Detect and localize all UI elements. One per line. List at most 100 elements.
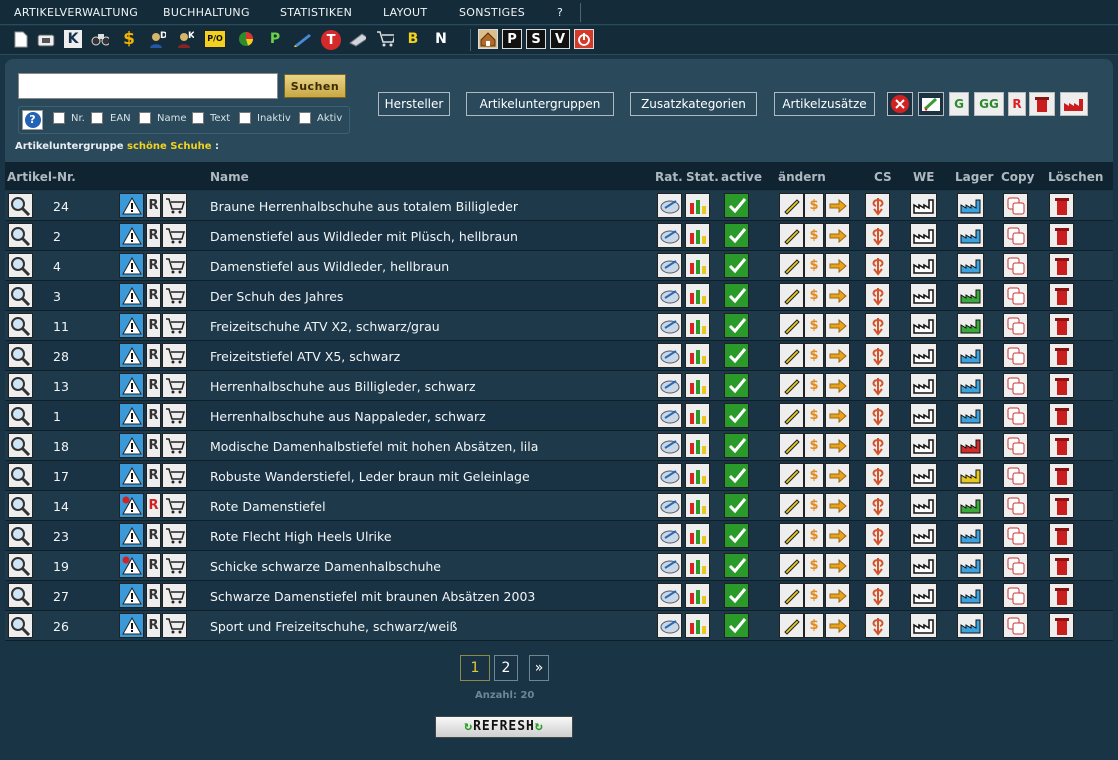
rating-icon[interactable] <box>657 193 682 218</box>
r-icon[interactable]: R <box>1008 92 1026 116</box>
cart-icon[interactable] <box>162 463 187 488</box>
rating-icon[interactable] <box>657 283 682 308</box>
gg-icon[interactable]: GG <box>974 92 1004 116</box>
header-artnr[interactable]: Artikel-Nr. <box>7 170 76 184</box>
arrow-right-icon[interactable] <box>825 223 850 248</box>
lager-icon[interactable] <box>957 613 984 638</box>
rating-icon[interactable] <box>657 313 682 338</box>
warning-icon[interactable] <box>119 493 144 518</box>
arrow-right-icon[interactable] <box>825 583 850 608</box>
r-status-icon[interactable]: R <box>146 583 161 608</box>
delete-icon[interactable] <box>1049 553 1074 578</box>
warning-icon[interactable] <box>119 553 144 578</box>
r-status-icon[interactable]: R <box>146 313 161 338</box>
r-status-icon[interactable]: R <box>146 613 161 638</box>
price-icon[interactable]: $ <box>804 403 824 428</box>
dollar-icon[interactable]: $ <box>120 30 138 48</box>
delete-icon[interactable] <box>1049 493 1074 518</box>
s-box-icon[interactable]: S <box>526 29 546 49</box>
delete-icon[interactable] <box>1049 283 1074 308</box>
cs-icon[interactable] <box>865 553 890 578</box>
view-icon[interactable] <box>8 283 33 308</box>
lager-icon[interactable] <box>957 523 984 548</box>
copy-icon[interactable] <box>1003 583 1028 608</box>
filter-name-checkbox[interactable] <box>139 112 151 124</box>
article-name[interactable]: Rote Damenstiefel <box>210 499 326 514</box>
article-name[interactable]: Damenstiefel aus Wildleder, hellbraun <box>210 259 449 274</box>
rating-icon[interactable] <box>657 253 682 278</box>
active-check-icon[interactable] <box>724 583 749 608</box>
arrow-right-icon[interactable] <box>825 403 850 428</box>
we-icon[interactable] <box>910 223 937 248</box>
arrow-right-icon[interactable] <box>825 433 850 458</box>
v-box-icon[interactable]: V <box>550 29 570 49</box>
we-icon[interactable] <box>910 553 937 578</box>
price-icon[interactable]: $ <box>804 373 824 398</box>
view-icon[interactable] <box>8 223 33 248</box>
stats-icon[interactable] <box>685 283 710 308</box>
menu-sonstiges[interactable]: SONSTIGES <box>459 6 525 19</box>
copy-icon[interactable] <box>1003 343 1028 368</box>
arrow-right-icon[interactable] <box>825 523 850 548</box>
cs-icon[interactable] <box>865 343 890 368</box>
active-check-icon[interactable] <box>724 283 749 308</box>
view-icon[interactable] <box>8 583 33 608</box>
delete-icon[interactable] <box>1049 403 1074 428</box>
copy-icon[interactable] <box>1003 253 1028 278</box>
arrow-right-icon[interactable] <box>825 373 850 398</box>
rating-icon[interactable] <box>657 433 682 458</box>
cart-icon[interactable] <box>162 613 187 638</box>
arrow-right-icon[interactable] <box>825 253 850 278</box>
active-check-icon[interactable] <box>724 223 749 248</box>
article-name[interactable]: Schwarze Damenstiefel mit braunen Absätz… <box>210 589 535 604</box>
edit-icon[interactable] <box>779 433 804 458</box>
cs-icon[interactable] <box>865 493 890 518</box>
lager-icon[interactable] <box>957 463 984 488</box>
we-icon[interactable] <box>910 373 937 398</box>
price-icon[interactable]: $ <box>804 343 824 368</box>
edit-icon[interactable] <box>779 463 804 488</box>
edit-icon[interactable] <box>779 373 804 398</box>
n-icon[interactable]: N <box>432 30 450 48</box>
price-icon[interactable]: $ <box>804 283 824 308</box>
lager-icon[interactable] <box>957 493 984 518</box>
warning-icon[interactable] <box>119 253 144 278</box>
binoculars-icon[interactable] <box>91 30 109 48</box>
cs-icon[interactable] <box>865 463 890 488</box>
document-icon[interactable] <box>12 30 30 48</box>
active-check-icon[interactable] <box>724 313 749 338</box>
active-check-icon[interactable] <box>724 613 749 638</box>
cart-icon[interactable] <box>162 523 187 548</box>
we-icon[interactable] <box>910 313 937 338</box>
p-box-icon[interactable]: P <box>502 29 522 49</box>
article-name[interactable]: Herrenhalbschuhe aus Billigleder, schwar… <box>210 379 476 394</box>
delete-icon[interactable] <box>1049 343 1074 368</box>
view-icon[interactable] <box>8 613 33 638</box>
filter-ean-checkbox[interactable] <box>91 112 103 124</box>
warning-icon[interactable] <box>119 283 144 308</box>
warning-icon[interactable] <box>119 433 144 458</box>
factory-red-icon[interactable] <box>1060 92 1088 116</box>
article-name[interactable]: Robuste Wanderstiefel, Leder braun mit G… <box>210 469 530 484</box>
delete-icon[interactable] <box>1049 373 1074 398</box>
delete-icon[interactable] <box>1049 613 1074 638</box>
cart-icon[interactable] <box>162 253 187 278</box>
view-icon[interactable] <box>8 403 33 428</box>
price-icon[interactable]: $ <box>804 553 824 578</box>
cart-icon[interactable] <box>162 343 187 368</box>
rating-icon[interactable] <box>657 493 682 518</box>
customer-d-icon[interactable]: D <box>148 30 166 48</box>
truck-icon[interactable] <box>348 30 366 48</box>
edit-icon[interactable] <box>779 343 804 368</box>
price-icon[interactable]: $ <box>804 433 824 458</box>
we-icon[interactable] <box>910 403 937 428</box>
stats-icon[interactable] <box>685 373 710 398</box>
article-name[interactable]: Sport und Freizeitschuhe, schwarz/weiß <box>210 619 457 634</box>
view-icon[interactable] <box>8 493 33 518</box>
r-status-icon[interactable]: R <box>146 463 161 488</box>
warning-icon[interactable] <box>119 373 144 398</box>
active-check-icon[interactable] <box>724 193 749 218</box>
price-icon[interactable]: $ <box>804 313 824 338</box>
stats-icon[interactable] <box>685 523 710 548</box>
we-icon[interactable] <box>910 433 937 458</box>
